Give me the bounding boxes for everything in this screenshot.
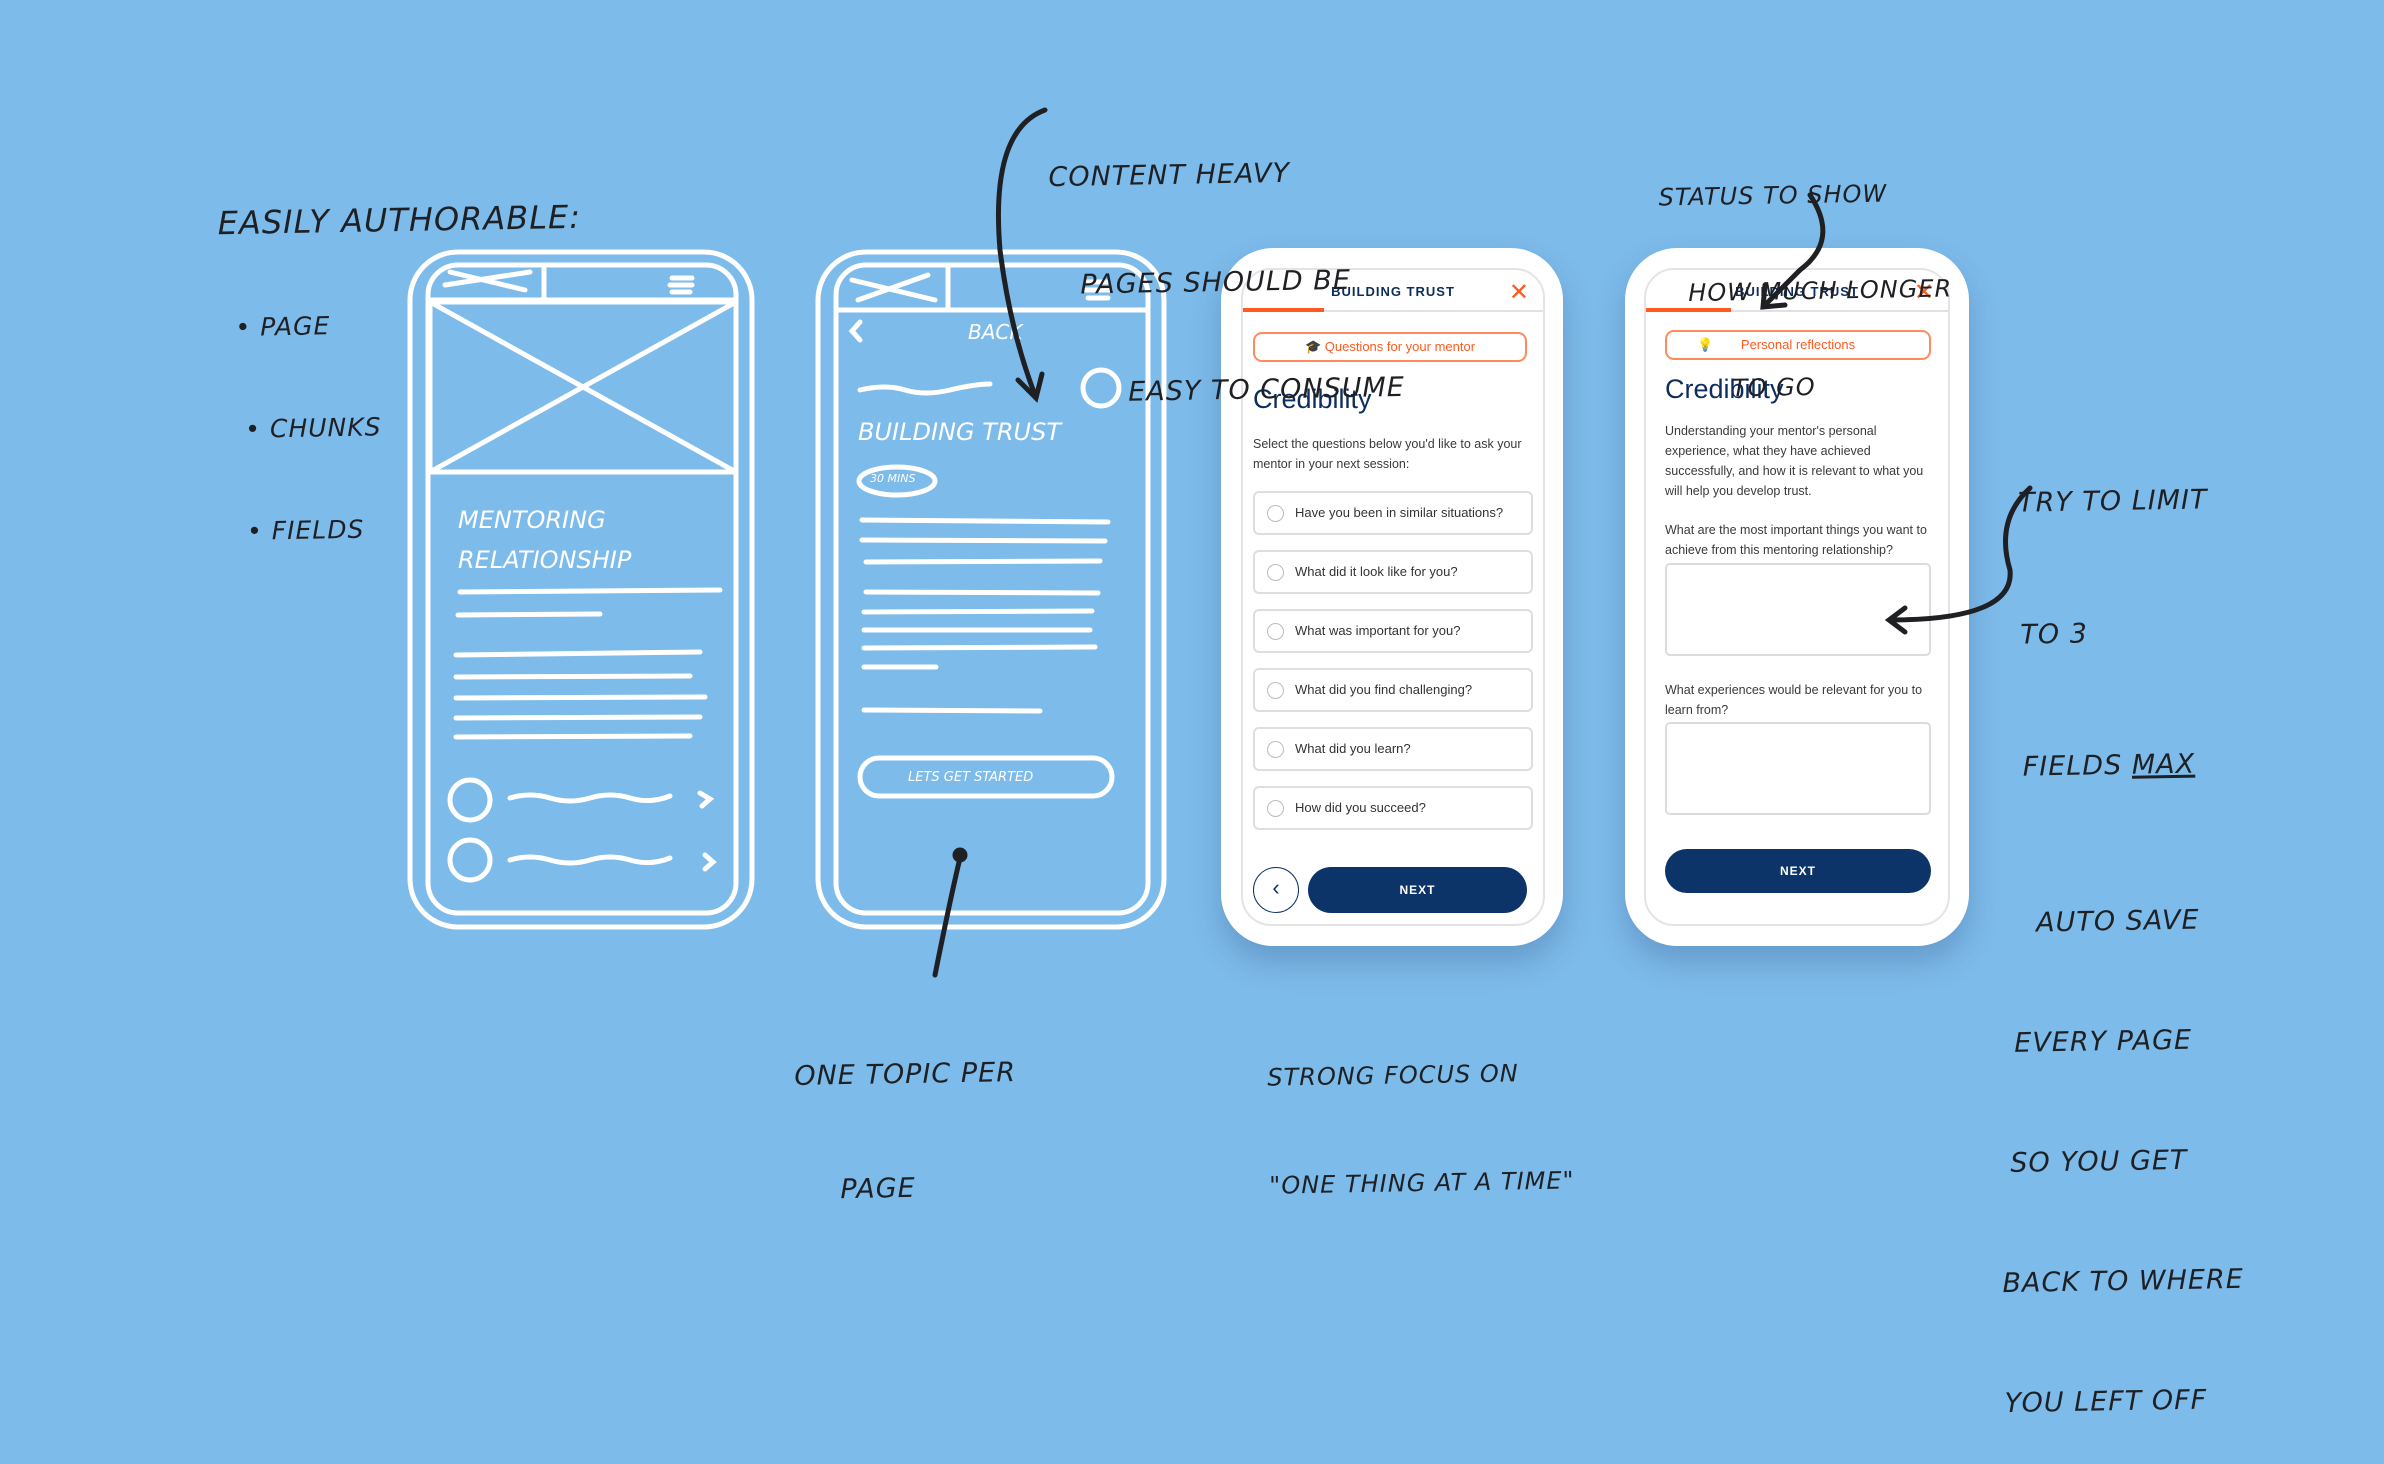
annotation-text: "One thing at a time" (1269, 1166, 1575, 1200)
annotation-text: to 3 (2020, 618, 2089, 651)
annotation-content-heavy: Content heavy pages should be easy to co… (1047, 82, 1406, 448)
annotation-text: how much longer (1688, 274, 1953, 308)
annotation-text: every page (2013, 1024, 2193, 1059)
arrow-limit (1887, 485, 2033, 623)
annotation-text: One topic per (794, 1057, 1017, 1092)
annotation-text: pages should be (1080, 264, 1352, 301)
annotation-text: so you get (2010, 1144, 2188, 1179)
annotation-text: Strong focus on (1267, 1059, 1519, 1092)
annotation-text: page (840, 1172, 916, 1206)
annotation-text: Auto save (2035, 904, 2200, 939)
annotation-text: • Fields (246, 514, 365, 546)
annotation-text: to go (1731, 372, 1816, 403)
annotation-text: back to where (2002, 1263, 2245, 1300)
annotation-text: Fields (2022, 749, 2123, 783)
annotation-one-topic: One topic per page (793, 978, 1019, 1248)
annotation-text: you left off (2004, 1384, 2208, 1420)
annotation-text: Content heavy (1048, 157, 1291, 194)
annotation-text: max (2131, 748, 2196, 781)
annotation-status: Status to show how much longer to go (1657, 112, 1954, 437)
annotation-text: • Chunks (245, 412, 382, 444)
annotation-text: Easily authorable: (217, 197, 582, 243)
annotation-text: easy to consume (1127, 371, 1406, 408)
annotation-text: Try to limit (2017, 484, 2208, 519)
arrow-content-heavy (995, 107, 1048, 398)
annotation-text: • Page (235, 311, 331, 342)
annotation-authorable: Easily authorable: • Page • Chunks • Fie… (216, 127, 587, 583)
annotation-autosave: Auto save every page so you get back to … (1994, 820, 2246, 1464)
annotation-focus: Strong focus on "One thing at a time" (1266, 982, 1576, 1239)
annotation-text: Status to show (1658, 179, 1888, 212)
annotation-limit: Try to limit to 3 Fields max (2016, 390, 2213, 833)
arrow-one-topic (932, 855, 963, 978)
